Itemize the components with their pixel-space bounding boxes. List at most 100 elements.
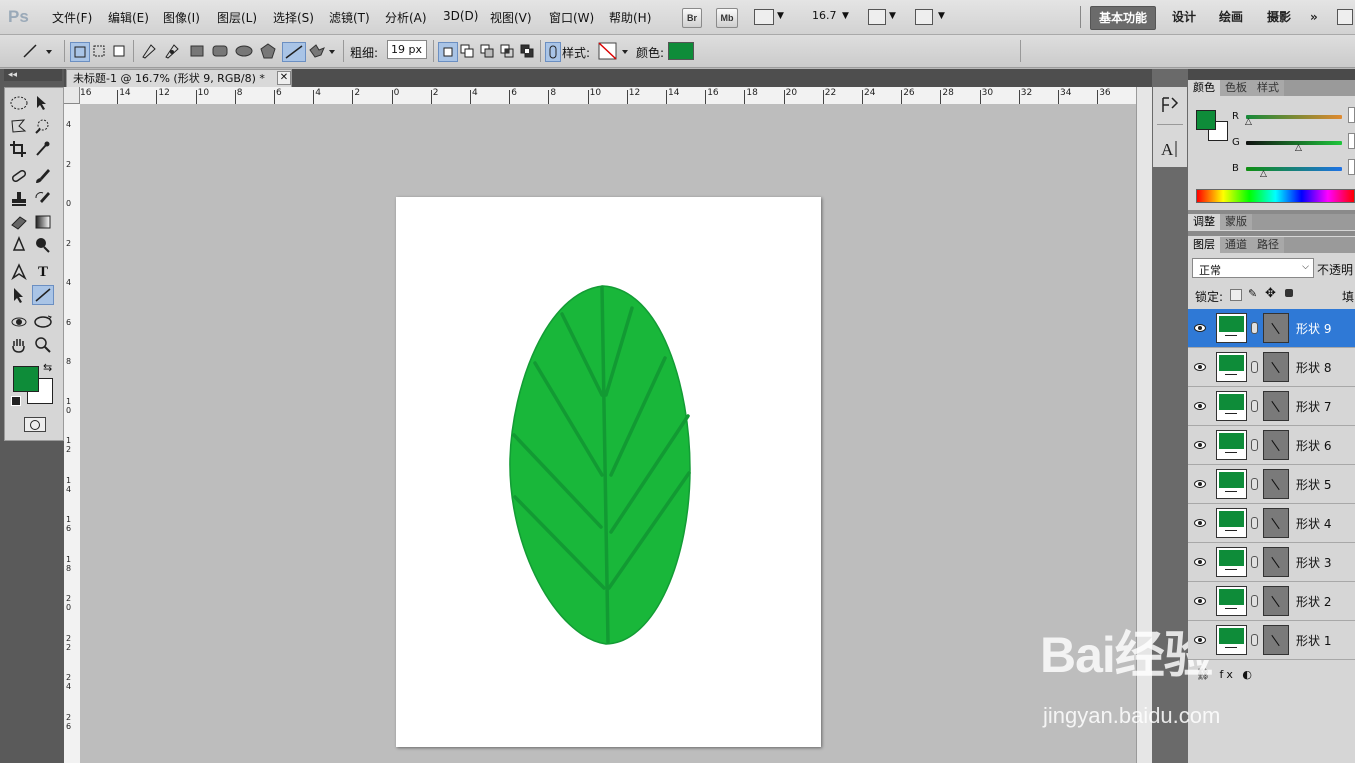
layer-row[interactable]: 形状 1 — [1188, 621, 1355, 660]
vector-mask-thumbnail[interactable] — [1263, 625, 1289, 655]
minimize-icon[interactable] — [1337, 9, 1353, 25]
vector-mask-thumbnail[interactable] — [1263, 352, 1289, 382]
weight-input[interactable]: 19 px — [387, 40, 427, 59]
layer-thumbnail[interactable] — [1216, 508, 1247, 538]
green-slider[interactable] — [1246, 141, 1342, 145]
link-layer-style-icon[interactable] — [545, 42, 561, 62]
type-tool-icon[interactable]: T — [32, 262, 54, 282]
pen-tool-icon[interactable] — [8, 262, 30, 282]
shape-layers-mode-icon[interactable] — [70, 42, 90, 62]
path-selection-tool-icon[interactable] — [8, 285, 30, 305]
fill-pixels-mode-icon[interactable] — [110, 42, 128, 60]
pen-tool-icon[interactable] — [140, 42, 158, 60]
eraser-tool-icon[interactable] — [8, 212, 30, 232]
red-slider-handle[interactable]: △ — [1245, 117, 1252, 127]
clone-stamp-tool-icon[interactable] — [8, 189, 30, 209]
lock-position-icon[interactable]: ✥ — [1265, 286, 1276, 301]
create-new-shape-layer-icon[interactable] — [438, 42, 458, 62]
ruler-origin[interactable] — [64, 87, 80, 104]
screen-mode-icon[interactable] — [915, 9, 933, 25]
ellipse-tool-icon[interactable] — [234, 42, 254, 60]
layer-row[interactable]: 形状 3 — [1188, 543, 1355, 582]
eye-visibility-icon[interactable] — [1194, 478, 1206, 490]
gradient-tool-icon[interactable] — [32, 212, 54, 232]
layer-row[interactable]: 形状 7 — [1188, 387, 1355, 426]
close-tab-icon[interactable]: ✕ — [277, 71, 291, 85]
panel-foreground-swatch-front[interactable] — [1196, 110, 1216, 130]
shape-color-swatch[interactable] — [668, 42, 694, 60]
quick-mask-icon[interactable] — [24, 417, 46, 432]
blur-tool-icon[interactable] — [8, 235, 30, 255]
blue-value-field[interactable] — [1348, 159, 1355, 175]
workspace-photography[interactable]: 摄影 — [1259, 6, 1299, 28]
lock-all-icon[interactable] — [1285, 289, 1293, 297]
line-tool-icon[interactable] — [282, 42, 306, 62]
vector-mask-thumbnail[interactable] — [1263, 508, 1289, 538]
brush-tool-icon[interactable] — [32, 166, 54, 186]
eye-visibility-icon[interactable] — [1194, 556, 1206, 568]
layer-thumbnail[interactable] — [1216, 313, 1247, 343]
menu-analysis[interactable]: 分析(A) — [385, 9, 427, 26]
workspace-more[interactable]: » — [1302, 6, 1326, 28]
tab-color[interactable]: 颜色 — [1188, 80, 1220, 96]
rectangle-tool-icon[interactable] — [188, 42, 206, 60]
color-spectrum-ramp[interactable] — [1196, 189, 1355, 203]
layer-thumbnail[interactable] — [1216, 430, 1247, 460]
quick-selection-tool-icon[interactable] — [32, 116, 54, 136]
style-picker-icon[interactable] — [598, 42, 630, 60]
vector-mask-thumbnail[interactable] — [1263, 586, 1289, 616]
3d-orbit-tool-icon[interactable] — [32, 312, 54, 332]
subtract-from-shape-area-icon[interactable] — [478, 42, 496, 60]
green-value-field[interactable] — [1348, 133, 1355, 149]
line-tool-icon[interactable] — [32, 285, 54, 305]
custom-shape-tool-icon[interactable] — [307, 42, 337, 60]
polygon-tool-icon[interactable] — [259, 42, 277, 60]
intersect-shape-areas-icon[interactable] — [498, 42, 516, 60]
freeform-pen-tool-icon[interactable] — [163, 42, 181, 60]
vector-mask-thumbnail[interactable] — [1263, 469, 1289, 499]
layer-row[interactable]: 形状 6 — [1188, 426, 1355, 465]
layer-thumbnail[interactable] — [1216, 391, 1247, 421]
menu-filter[interactable]: 滤镜(T) — [329, 9, 370, 26]
arrange-documents-icon[interactable] — [868, 9, 886, 25]
vector-mask-thumbnail[interactable] — [1263, 313, 1289, 343]
eye-visibility-icon[interactable] — [1194, 595, 1206, 607]
character-panel-icon[interactable]: A — [1159, 138, 1181, 160]
blue-slider-handle[interactable]: △ — [1260, 169, 1267, 179]
tab-channels[interactable]: 通道 — [1220, 237, 1252, 253]
dodge-tool-icon[interactable] — [32, 235, 54, 255]
document-canvas[interactable] — [396, 197, 821, 747]
zoom-level[interactable]: 16.7 — [812, 9, 837, 22]
layer-row[interactable]: 形状 8 — [1188, 348, 1355, 387]
menu-image[interactable]: 图像(I) — [163, 9, 200, 26]
green-slider-handle[interactable]: △ — [1295, 143, 1302, 153]
vector-mask-thumbnail[interactable] — [1263, 547, 1289, 577]
add-to-shape-area-icon[interactable] — [458, 42, 476, 60]
foreground-color-swatch-front[interactable] — [13, 366, 39, 392]
move-tool-icon[interactable] — [32, 93, 54, 113]
eye-visibility-icon[interactable] — [1194, 634, 1206, 646]
layer-thumbnail[interactable] — [1216, 586, 1247, 616]
eyedropper-tool-icon[interactable] — [32, 139, 54, 159]
history-brush-tool-icon[interactable] — [32, 189, 54, 209]
eye-visibility-icon[interactable] — [1194, 517, 1206, 529]
blend-mode-select[interactable]: 正常 ⌵ — [1192, 258, 1314, 278]
view-extras-icon[interactable] — [754, 9, 774, 25]
elliptical-marquee-tool-icon[interactable] — [8, 93, 30, 113]
red-slider[interactable] — [1246, 115, 1342, 119]
layer-row[interactable]: 形状 9 — [1188, 309, 1355, 348]
swap-colors-icon[interactable]: ⇆ — [43, 361, 52, 374]
tab-styles[interactable]: 样式 — [1252, 80, 1284, 96]
menu-help[interactable]: 帮助(H) — [609, 9, 651, 26]
menu-view[interactable]: 视图(V) — [490, 9, 532, 26]
spot-healing-brush-icon[interactable] — [8, 166, 30, 186]
workspace-painting[interactable]: 绘画 — [1211, 6, 1251, 28]
mini-bridge-button[interactable]: Mb — [716, 8, 738, 28]
layer-thumbnail[interactable] — [1216, 469, 1247, 499]
layer-row[interactable]: 形状 2 — [1188, 582, 1355, 621]
layer-thumbnail[interactable] — [1216, 352, 1247, 382]
menu-edit[interactable]: 编辑(E) — [108, 9, 149, 26]
tab-masks[interactable]: 蒙版 — [1220, 214, 1252, 230]
zoom-tool-icon[interactable] — [32, 335, 54, 355]
toolbar-grip[interactable]: ◂◂ — [4, 69, 62, 81]
